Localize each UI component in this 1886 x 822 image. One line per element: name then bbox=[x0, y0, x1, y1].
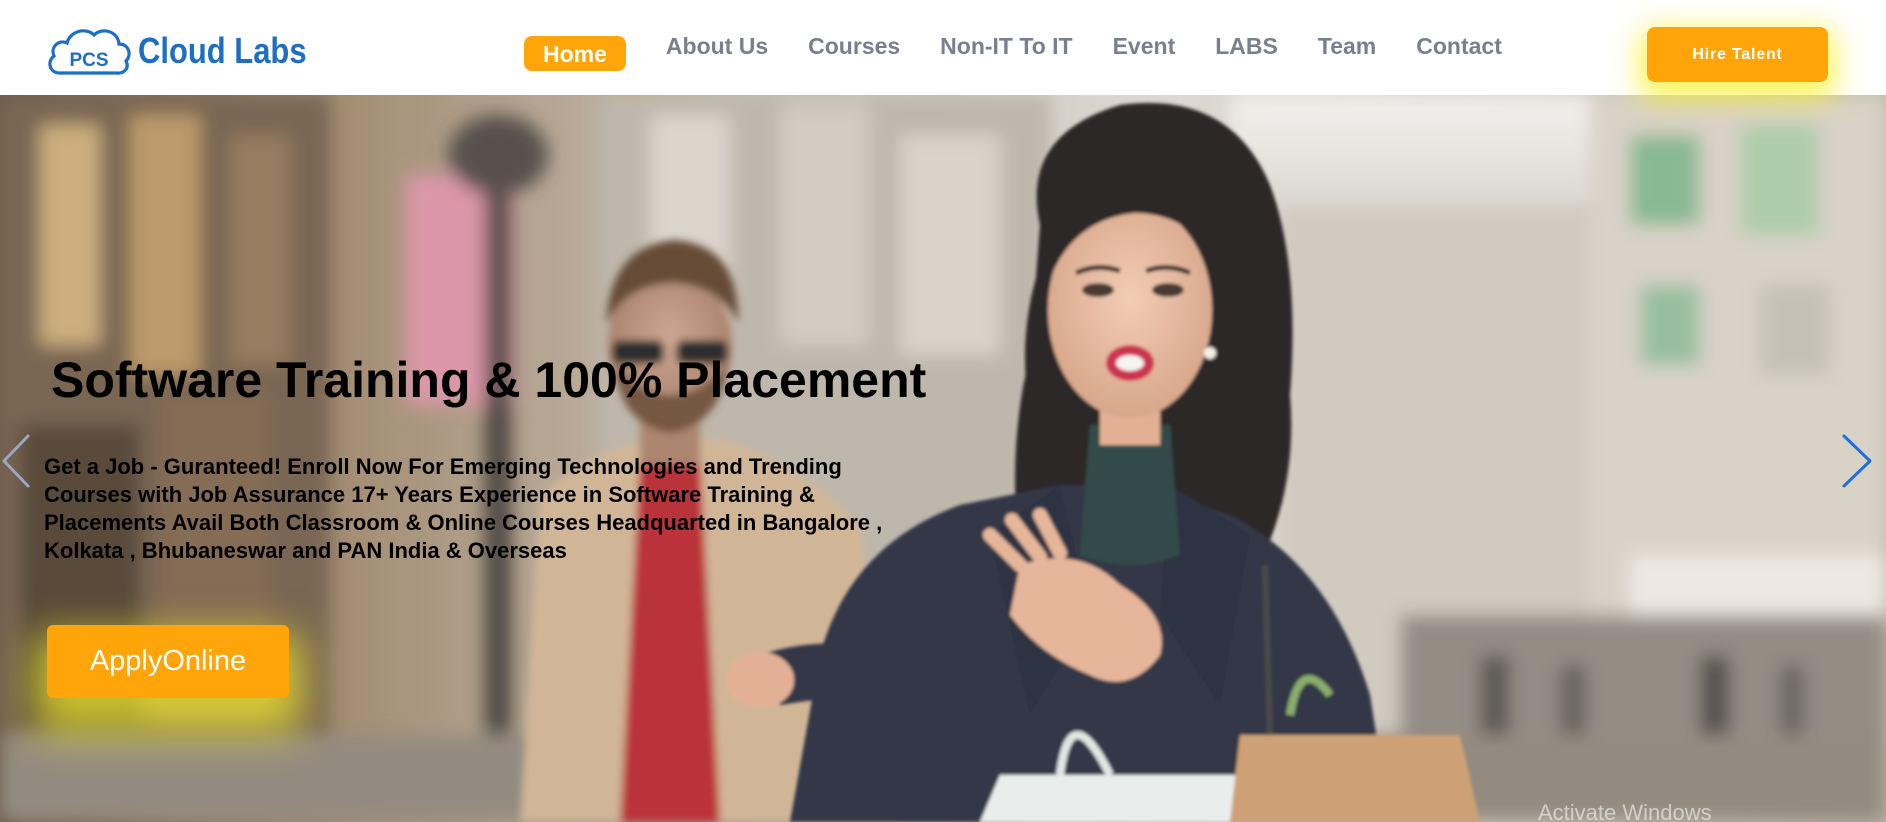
nav-about-us[interactable]: About Us bbox=[666, 28, 768, 64]
chevron-right-icon[interactable] bbox=[1836, 430, 1876, 492]
nav-home[interactable]: Home bbox=[524, 35, 626, 71]
hero-description: Get a Job - Guranteed! Enroll Now For Em… bbox=[44, 454, 883, 563]
nav-labs[interactable]: LABS bbox=[1215, 28, 1278, 64]
hero-title: Software Training & 100% Placement bbox=[51, 352, 927, 408]
activate-windows-watermark: Activate Windows bbox=[1538, 800, 1712, 822]
chevron-left-icon[interactable] bbox=[0, 430, 40, 492]
brand-logo[interactable]: PCS Cloud Labs bbox=[46, 22, 336, 80]
apply-online-button[interactable]: ApplyOnline bbox=[47, 625, 289, 698]
nav-courses[interactable]: Courses bbox=[808, 28, 900, 64]
nav-contact[interactable]: Contact bbox=[1416, 28, 1502, 64]
hire-talent-button[interactable]: Hire Talent bbox=[1647, 27, 1828, 82]
main-nav: Home About Us Courses Non-IT To IT Event… bbox=[524, 28, 1542, 71]
nav-team[interactable]: Team bbox=[1318, 28, 1376, 64]
cloud-logo-icon: PCS bbox=[48, 29, 131, 75]
hero-carousel: Software Training & 100% Placement Get a… bbox=[0, 95, 1886, 822]
logo-badge-text: PCS bbox=[69, 50, 108, 71]
nav-event[interactable]: Event bbox=[1113, 28, 1176, 64]
nav-non-it-to-it[interactable]: Non-IT To IT bbox=[940, 28, 1072, 64]
site-header: PCS Cloud Labs Home About Us Courses Non… bbox=[0, 0, 1886, 95]
brand-name: Cloud Labs bbox=[138, 30, 307, 71]
